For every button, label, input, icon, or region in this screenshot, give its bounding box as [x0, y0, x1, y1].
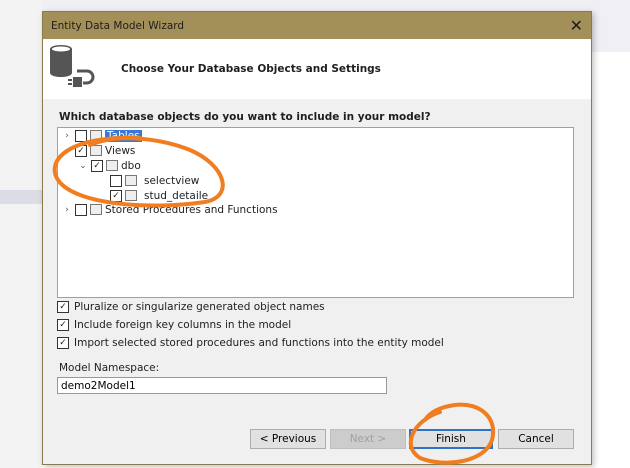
- option-label: Pluralize or singularize generated objec…: [74, 301, 325, 313]
- wizard-dialog: Entity Data Model Wizard ✕ Choose Your D…: [42, 11, 592, 465]
- background-panel: [0, 0, 42, 468]
- chevron-right-icon[interactable]: ›: [62, 131, 72, 141]
- step-heading: Choose Your Database Objects and Setting…: [121, 63, 381, 75]
- tree-node-selectview[interactable]: selectview: [110, 173, 199, 188]
- checkbox[interactable]: ✓: [57, 319, 69, 331]
- tree-node-stored-procedures[interactable]: › Stored Procedures and Functions: [62, 202, 278, 217]
- tree-label: Tables: [105, 129, 142, 142]
- checkbox[interactable]: ✓: [57, 301, 69, 313]
- cancel-button[interactable]: Cancel: [498, 429, 574, 449]
- view-item-icon: [125, 190, 137, 201]
- view-icon: [90, 145, 102, 156]
- question-label: Which database objects do you want to in…: [59, 111, 431, 123]
- option-pluralize[interactable]: ✓ Pluralize or singularize generated obje…: [57, 301, 325, 313]
- option-label: Import selected stored procedures and fu…: [74, 337, 444, 349]
- table-icon: [90, 130, 102, 141]
- wizard-header: Choose Your Database Objects and Setting…: [43, 39, 591, 99]
- tree-label: Stored Procedures and Functions: [105, 203, 278, 216]
- schema-icon: [106, 160, 118, 171]
- finish-button[interactable]: Finish: [409, 429, 493, 449]
- option-import-procedures[interactable]: ✓ Import selected stored procedures and f…: [57, 337, 444, 349]
- chevron-right-icon[interactable]: ›: [62, 205, 72, 215]
- checkbox[interactable]: ✓: [91, 159, 103, 172]
- tree-label: dbo: [121, 159, 141, 172]
- close-icon[interactable]: ✕: [570, 16, 583, 35]
- objects-tree[interactable]: › Tables ⌄ ✓ Views ⌄ ✓ dbo selectview ✓ stud_d…: [57, 127, 574, 298]
- tree-node-tables[interactable]: › Tables: [62, 128, 142, 143]
- checkbox[interactable]: ✓: [110, 189, 122, 202]
- namespace-input[interactable]: [57, 377, 387, 394]
- view-item-icon: [125, 175, 137, 186]
- background-strip: [0, 190, 42, 204]
- option-label: Include foreign key columns in the model: [74, 319, 292, 331]
- checkbox[interactable]: [75, 203, 87, 216]
- checkbox[interactable]: [110, 174, 122, 187]
- tree-label: Views: [105, 144, 136, 157]
- tree-label: stud_detaile: [144, 189, 209, 202]
- chevron-down-icon[interactable]: ⌄: [78, 161, 88, 171]
- tree-node-dbo[interactable]: ⌄ ✓ dbo: [78, 158, 141, 173]
- title-bar: Entity Data Model Wizard: [43, 12, 591, 39]
- database-plug-icon: [50, 45, 95, 87]
- previous-button[interactable]: < Previous: [250, 429, 326, 449]
- namespace-label: Model Namespace:: [59, 362, 160, 374]
- procedure-icon: [90, 204, 102, 215]
- tree-node-views[interactable]: ⌄ ✓ Views: [62, 143, 135, 158]
- chevron-down-icon[interactable]: ⌄: [62, 146, 72, 156]
- checkbox[interactable]: ✓: [75, 144, 87, 157]
- checkbox[interactable]: [75, 129, 87, 142]
- dialog-title: Entity Data Model Wizard: [51, 19, 185, 32]
- checkbox[interactable]: ✓: [57, 337, 69, 349]
- option-foreign-keys[interactable]: ✓ Include foreign key columns in the mode…: [57, 319, 291, 331]
- next-button[interactable]: Next >: [330, 429, 406, 449]
- tree-node-stud-detaile[interactable]: ✓ stud_detaile: [110, 188, 208, 203]
- tree-label: selectview: [144, 174, 200, 187]
